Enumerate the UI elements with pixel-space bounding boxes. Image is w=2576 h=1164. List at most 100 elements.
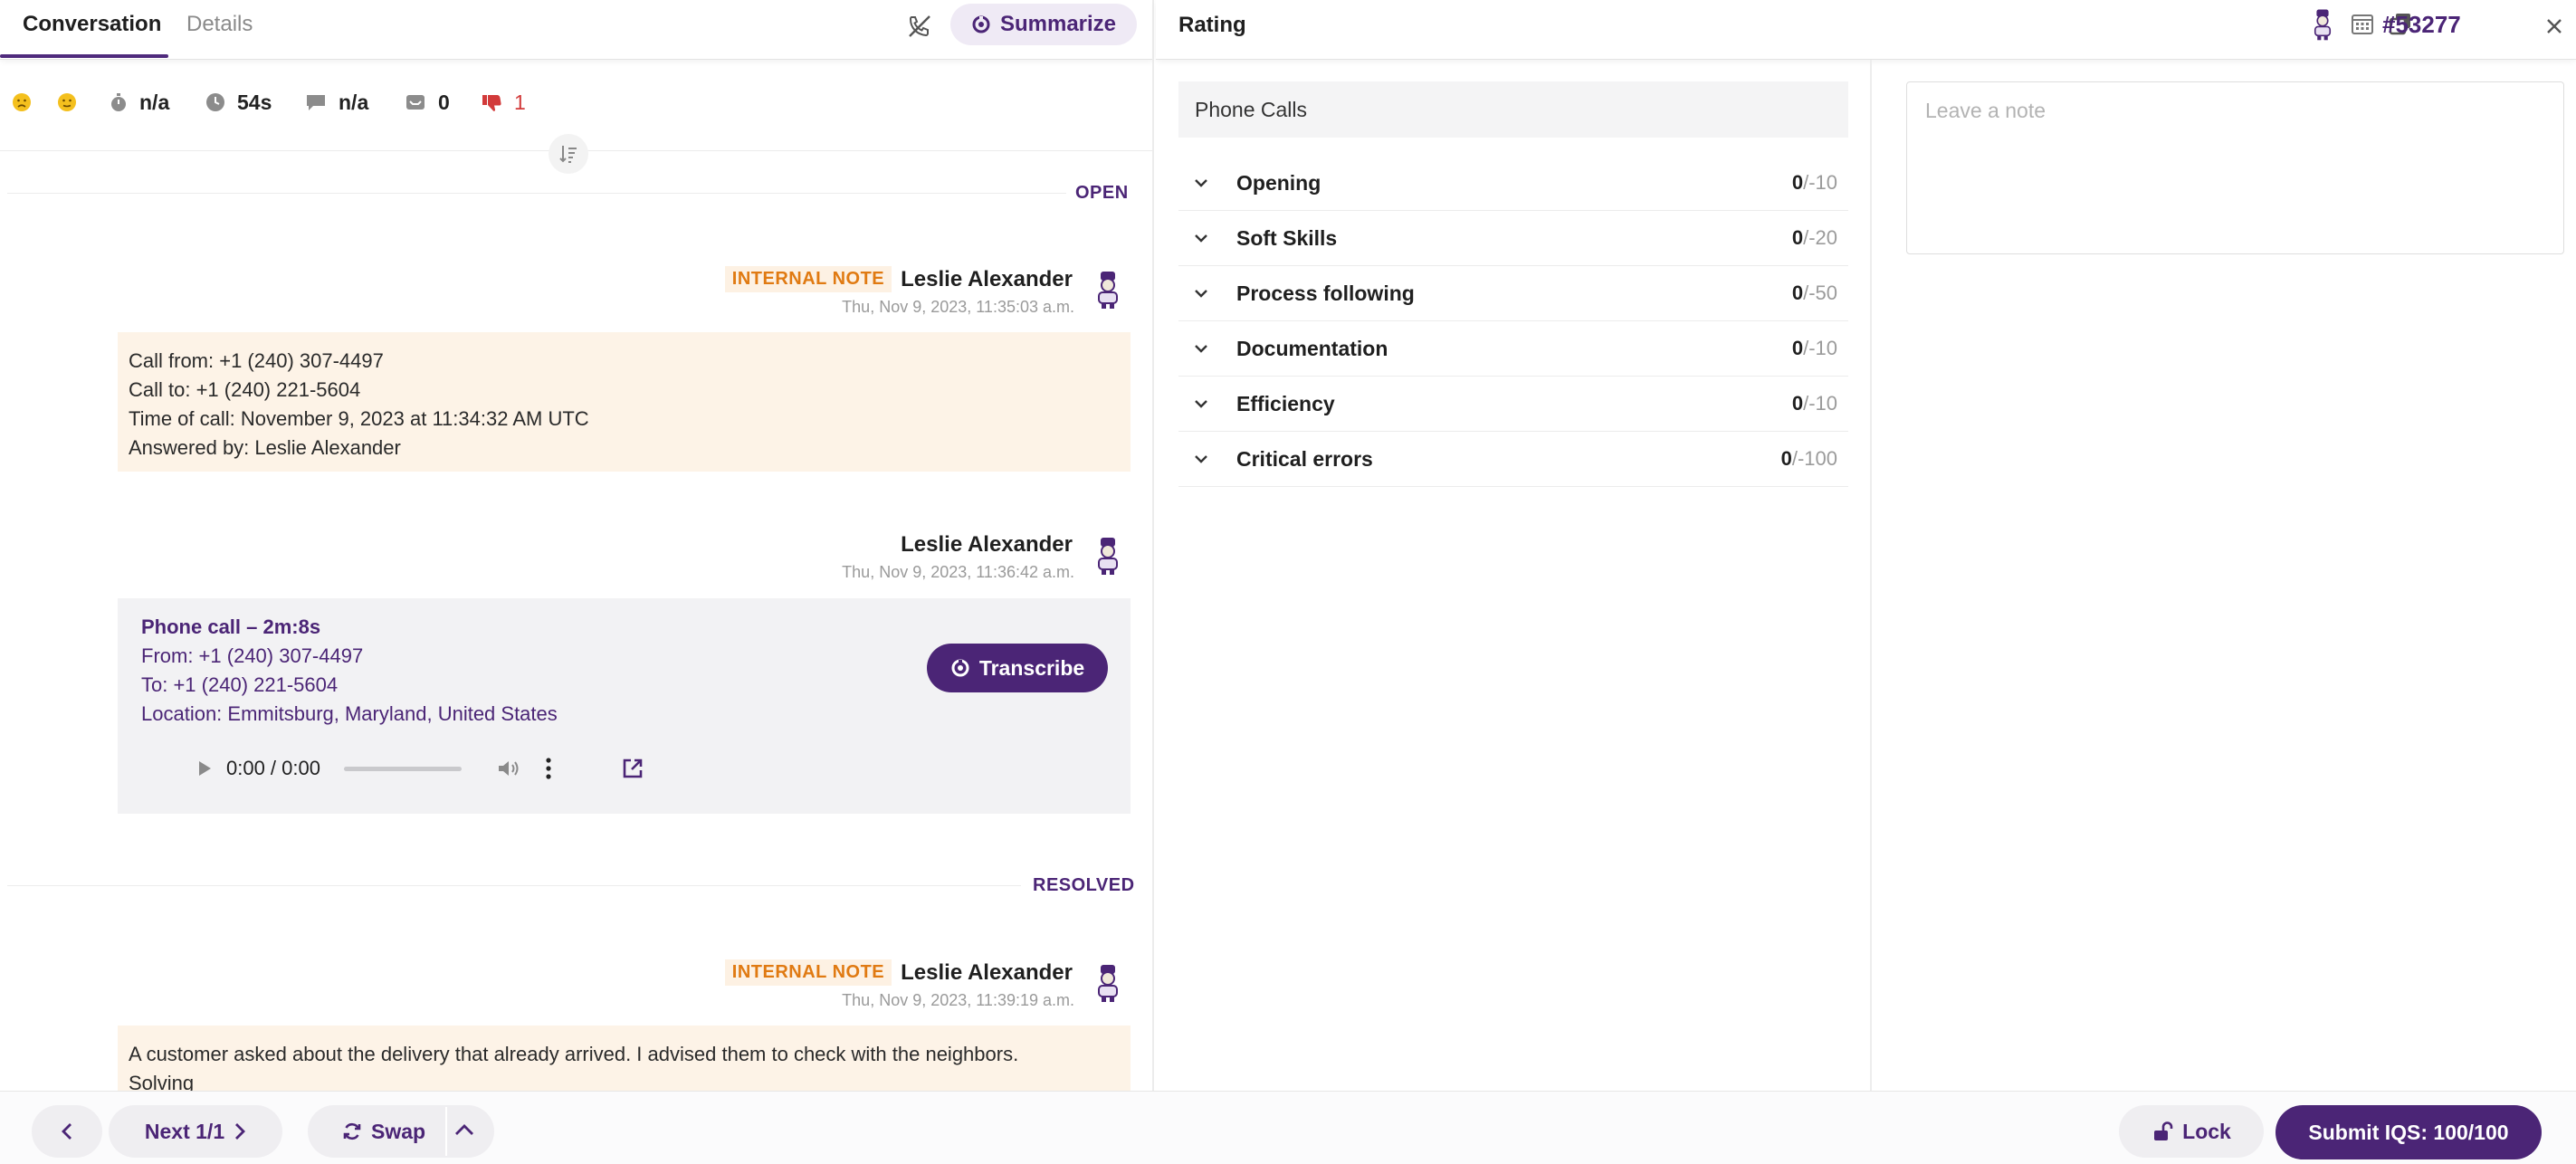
rating-header: Rating #53277	[1156, 0, 2576, 60]
ai-spark-icon	[950, 658, 970, 678]
conversation-pane: Conversation Details Summarize n/a 54s n…	[0, 0, 1154, 1091]
note-line: Time of call: November 9, 2023 at 11:34:…	[129, 407, 589, 430]
next-button[interactable]: Next 1/1	[109, 1105, 282, 1158]
previous-button[interactable]	[32, 1105, 102, 1158]
summarize-label: Summarize	[999, 12, 1117, 36]
stopwatch-icon	[109, 91, 129, 113]
transcribe-button[interactable]: Transcribe	[927, 644, 1108, 692]
rating-row-process-following[interactable]: Process following 0/-50	[1178, 266, 1848, 321]
message-timestamp: Thu, Nov 9, 2023, 11:35:03 a.m.	[842, 298, 1074, 316]
ticket-id[interactable]: #53277	[2382, 11, 2461, 39]
message-timestamp: Thu, Nov 9, 2023, 11:39:19 a.m.	[842, 991, 1074, 1009]
ai-spark-icon	[971, 14, 991, 34]
chevron-down-icon	[1193, 398, 1220, 409]
sad-face-icon	[11, 91, 33, 113]
close-icon[interactable]	[2541, 13, 2568, 40]
audio-player: 0:00 / 0:00	[141, 750, 644, 787]
message-header: INTERNAL NOTE Leslie Alexander Thu, Nov 9…	[724, 959, 1074, 1010]
stat-sentiment-neutral[interactable]	[56, 80, 78, 125]
status-resolved-label: RESOLVED	[1033, 875, 1135, 895]
note-line: A customer asked about the delivery that…	[129, 1043, 1019, 1065]
audio-seek-slider[interactable]	[343, 766, 462, 771]
internal-note-body: A customer asked about the delivery that…	[118, 1026, 1131, 1091]
note-line: Call to: +1 (240) 221-5604	[129, 378, 361, 401]
note-line: Solving	[129, 1072, 195, 1091]
rating-category-select[interactable]: Phone Calls	[1178, 81, 1848, 138]
chevron-down-icon	[1193, 177, 1220, 188]
chevron-down-icon	[1193, 233, 1220, 243]
tab-details[interactable]: Details	[186, 0, 253, 60]
stat-value: 54s	[237, 90, 272, 114]
message-author[interactable]: Leslie Alexander	[901, 960, 1073, 986]
rating-column-divider	[1870, 60, 1872, 1091]
status-divider	[7, 193, 1066, 194]
rating-score: 0/-20	[1791, 226, 1837, 249]
note-line: Call from: +1 (240) 307-4497	[129, 349, 384, 372]
rating-row-documentation[interactable]: Documentation 0/-10	[1178, 321, 1848, 377]
chevron-up-icon[interactable]	[453, 1121, 476, 1138]
rating-row-critical-errors[interactable]: Critical errors 0/-100	[1178, 432, 1848, 487]
summarize-button[interactable]: Summarize	[950, 4, 1137, 45]
refresh-icon	[342, 1121, 362, 1141]
stat-value: n/a	[139, 90, 170, 114]
rating-score: 0/-100	[1780, 447, 1837, 470]
rating-note-field[interactable]: Leave a note	[1906, 81, 2564, 254]
rating-score: 0/-10	[1791, 337, 1837, 359]
rating-category-name: Efficiency	[1236, 391, 1335, 415]
note-line: Answered by: Leslie Alexander	[129, 436, 401, 459]
ticket-stats-row: n/a 54s n/a 0 1	[0, 80, 1152, 125]
play-icon[interactable]	[196, 759, 214, 778]
stat-value: 1	[514, 90, 526, 114]
conversation-tabbar: Conversation Details Summarize	[0, 0, 1152, 60]
status-divider	[7, 885, 1021, 886]
assignee-avatar[interactable]	[2310, 5, 2335, 43]
stat-handle-time[interactable]: 54s	[205, 80, 272, 125]
message-header: Leslie Alexander Thu, Nov 9, 2023, 11:36…	[842, 532, 1074, 582]
chat-bubble-icon	[304, 91, 328, 113]
transcribe-label: Transcribe	[978, 656, 1085, 680]
chevron-down-icon	[1193, 288, 1220, 299]
submit-iqs-button[interactable]: Submit IQS: 100/100	[2275, 1105, 2542, 1159]
stat-reopens[interactable]: 0	[404, 80, 450, 125]
open-external-icon[interactable]	[621, 757, 644, 780]
rating-title: Rating	[1178, 13, 1246, 37]
stat-value: n/a	[339, 90, 369, 114]
rating-row-efficiency[interactable]: Efficiency 0/-10	[1178, 377, 1848, 432]
chevron-right-icon	[234, 1121, 246, 1141]
rating-category-name: Documentation	[1236, 336, 1388, 360]
message-header: INTERNAL NOTE Leslie Alexander Thu, Nov 9…	[724, 266, 1074, 317]
sort-order-button[interactable]	[549, 134, 588, 174]
rating-category-name: Soft Skills	[1236, 225, 1338, 250]
call-title: Phone call – 2m:8s	[141, 615, 321, 638]
stat-replies[interactable]: n/a	[304, 80, 368, 125]
chevron-left-icon	[61, 1121, 73, 1141]
message-author[interactable]: Leslie Alexander	[901, 532, 1073, 558]
chevron-down-icon	[1193, 343, 1220, 354]
unlock-icon	[2151, 1121, 2173, 1142]
sort-descending-icon	[558, 143, 579, 165]
agent-avatar[interactable]	[1092, 270, 1123, 310]
internal-note-body: Call from: +1 (240) 307-4497 Call to: +1…	[118, 332, 1131, 472]
lock-button[interactable]: Lock	[2119, 1105, 2264, 1158]
more-options-icon[interactable]	[545, 757, 552, 780]
rating-row-opening[interactable]: Opening 0/-10	[1178, 156, 1848, 211]
volume-icon[interactable]	[496, 758, 521, 779]
stat-first-response[interactable]: n/a	[109, 80, 169, 125]
thumbs-down-icon	[480, 91, 503, 113]
message-author[interactable]: Leslie Alexander	[901, 267, 1073, 292]
calendar-icon[interactable]	[2351, 12, 2374, 35]
rating-category-name: Process following	[1236, 281, 1415, 305]
rating-row-soft-skills[interactable]: Soft Skills 0/-20	[1178, 211, 1848, 266]
audio-time: 0:00 / 0:00	[226, 757, 320, 779]
agent-avatar[interactable]	[1092, 963, 1123, 1003]
chevron-down-icon	[1193, 453, 1220, 464]
rating-category-name: Critical errors	[1236, 446, 1373, 471]
internal-note-tag: INTERNAL NOTE	[724, 959, 892, 986]
agent-avatar[interactable]	[1092, 536, 1123, 576]
tab-conversation[interactable]: Conversation	[23, 0, 161, 60]
no-phone-icon[interactable]	[905, 12, 934, 41]
active-tab-underline	[0, 54, 168, 58]
call-location: Location: Emmitsburg, Maryland, United S…	[141, 702, 558, 725]
stat-negative-ratings[interactable]: 1	[480, 80, 526, 125]
stat-sentiment-sad[interactable]	[11, 80, 33, 125]
